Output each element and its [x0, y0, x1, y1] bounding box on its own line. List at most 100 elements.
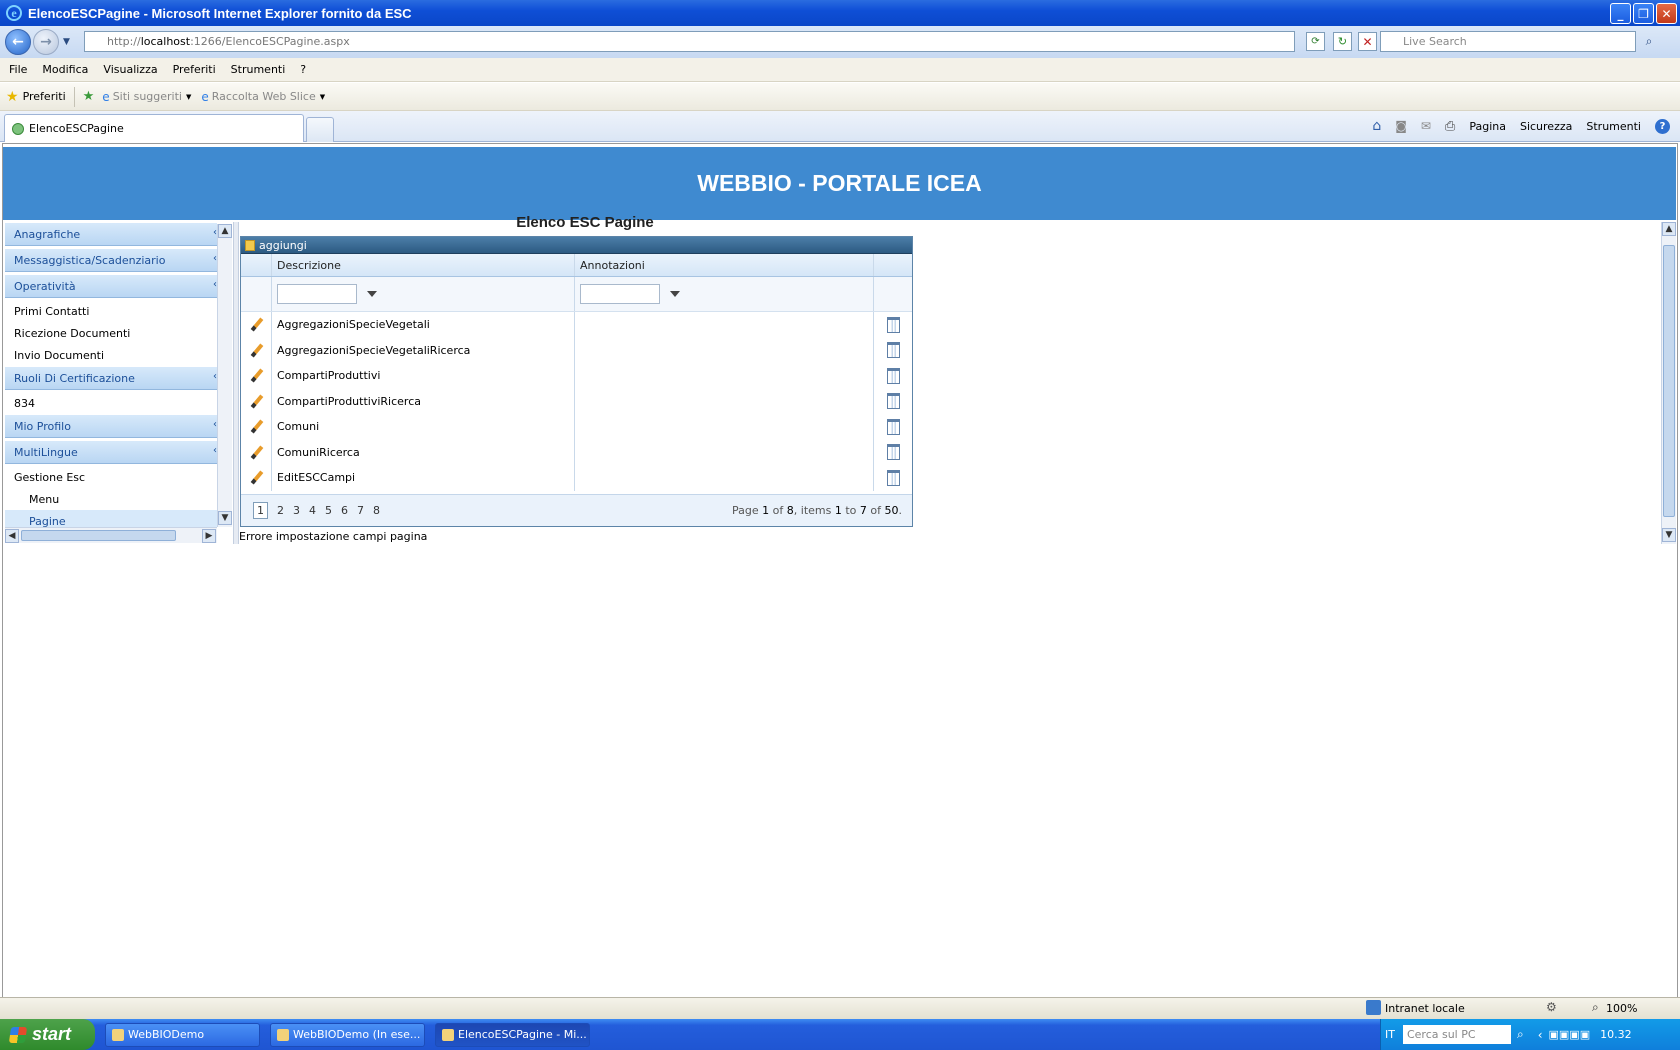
tools-menu[interactable]: Strumenti	[1586, 120, 1641, 133]
edit-pencil-icon[interactable]	[250, 318, 263, 331]
sidebar-group-mio-profilo[interactable]: Mio Profilo	[5, 414, 217, 438]
sidebar-vertical-scrollbar[interactable]: ▲ ▼	[217, 224, 232, 527]
scroll-thumb[interactable]	[1663, 245, 1675, 517]
add-icon[interactable]	[245, 239, 255, 251]
sidebar-group-messaggistica[interactable]: Messaggistica/Scadenziario	[5, 248, 217, 272]
pane-splitter[interactable]	[233, 222, 239, 544]
chevron-down-icon[interactable]: ▼	[320, 93, 325, 101]
zoom-level[interactable]: 100%	[1606, 1002, 1637, 1015]
page-link-4[interactable]: 4	[309, 504, 316, 517]
menu-help[interactable]: ?	[300, 63, 306, 76]
close-button[interactable]: ✕	[1656, 3, 1677, 24]
tray-expand-icon[interactable]: ‹	[1538, 1028, 1543, 1042]
url-field[interactable]: http://localhost:1266/ElencoESCPagine.as…	[84, 31, 1295, 52]
page-link-1[interactable]: 1	[253, 502, 268, 519]
suggested-sites-link[interactable]: Siti suggeriti	[113, 90, 182, 103]
edit-pencil-icon[interactable]	[250, 369, 263, 382]
page-link-3[interactable]: 3	[293, 504, 300, 517]
delete-trash-icon[interactable]	[886, 469, 900, 486]
edit-pencil-icon[interactable]	[250, 420, 263, 433]
mail-icon[interactable]: ✉	[1421, 119, 1431, 133]
delete-trash-icon[interactable]	[886, 367, 900, 384]
security-menu[interactable]: Sicurezza	[1520, 120, 1572, 133]
annotazioni-filter-input[interactable]	[580, 284, 660, 304]
feeds-icon[interactable]: ◙	[1395, 119, 1407, 133]
tab-elencoescpagine[interactable]: ElencoESCPagine	[4, 114, 304, 142]
sidebar-group-multilingue[interactable]: MultiLingue	[5, 440, 217, 464]
new-tab-button[interactable]	[306, 117, 334, 142]
help-icon[interactable]: ?	[1655, 118, 1670, 134]
descrizione-filter-input[interactable]	[277, 284, 357, 304]
compatibility-icon[interactable]: ⟳	[1306, 32, 1325, 51]
search-field[interactable]: Live Search	[1380, 31, 1636, 52]
delete-trash-icon[interactable]	[886, 418, 900, 435]
page-link-5[interactable]: 5	[325, 504, 332, 517]
sidebar-item-834[interactable]: 834	[5, 392, 217, 414]
forward-button[interactable]: →	[33, 29, 59, 55]
taskbar-item-webbiodemo-folder[interactable]: WebBIODemo	[105, 1022, 260, 1047]
filter-icon[interactable]	[670, 291, 680, 297]
sidebar-item-invio-documenti[interactable]: Invio Documenti	[5, 344, 217, 366]
refresh-icon[interactable]: ↻	[1333, 32, 1352, 51]
scroll-down-icon[interactable]: ▼	[218, 511, 232, 525]
menu-view[interactable]: Visualizza	[103, 63, 157, 76]
add-favorite-icon[interactable]: ★	[83, 89, 95, 104]
add-button[interactable]: aggiungi	[259, 239, 307, 252]
sidebar-item-menu[interactable]: Menu	[5, 488, 217, 510]
sidebar-item-gestione-esc[interactable]: Gestione Esc	[5, 466, 217, 488]
page-menu[interactable]: Pagina	[1469, 120, 1506, 133]
sidebar-item-primi-contatti[interactable]: Primi Contatti	[5, 300, 217, 322]
home-icon[interactable]: ⌂	[1372, 118, 1381, 134]
protected-mode-icon[interactable]: ⚙	[1546, 1000, 1557, 1014]
delete-trash-icon[interactable]	[886, 316, 900, 333]
chevron-down-icon[interactable]: ▼	[186, 93, 191, 101]
restore-button[interactable]: ❐	[1633, 3, 1654, 24]
desktop-search-input[interactable]: Cerca sul PC	[1402, 1025, 1511, 1044]
history-dropdown-icon[interactable]: ▼	[63, 37, 70, 47]
menu-tools[interactable]: Strumenti	[231, 63, 286, 76]
menu-edit[interactable]: Modifica	[42, 63, 88, 76]
column-header-descrizione[interactable]: Descrizione	[272, 254, 575, 276]
sidebar-group-anagrafiche[interactable]: Anagrafiche	[5, 222, 217, 246]
edit-pencil-icon[interactable]	[250, 395, 263, 408]
stop-icon[interactable]: ✕	[1358, 32, 1377, 51]
scroll-thumb[interactable]	[21, 530, 176, 541]
delete-trash-icon[interactable]	[886, 444, 900, 461]
edit-pencil-icon[interactable]	[250, 446, 263, 459]
menu-favorites[interactable]: Preferiti	[173, 63, 216, 76]
delete-trash-icon[interactable]	[886, 342, 900, 359]
sidebar-group-ruoli[interactable]: Ruoli Di Certificazione	[5, 366, 217, 390]
back-button[interactable]: ←	[5, 29, 31, 55]
sidebar-group-operativita[interactable]: Operatività	[5, 274, 217, 298]
search-icon[interactable]: ⌕	[1639, 32, 1659, 51]
menu-file[interactable]: File	[9, 63, 27, 76]
taskbar-item-elencoescpagine[interactable]: ElencoESCPagine - Mi...	[435, 1022, 590, 1047]
scroll-down-icon[interactable]: ▼	[1662, 528, 1676, 542]
sidebar-item-pagine[interactable]: Pagine	[5, 510, 217, 527]
favorites-button[interactable]: Preferiti	[23, 90, 66, 103]
print-icon[interactable]: ⎙	[1445, 119, 1455, 134]
scroll-up-icon[interactable]: ▲	[1662, 222, 1676, 236]
sidebar-item-ricezione-documenti[interactable]: Ricezione Documenti	[5, 322, 217, 344]
web-slice-link[interactable]: Raccolta Web Slice	[212, 90, 316, 103]
language-indicator[interactable]: IT	[1385, 1028, 1395, 1041]
delete-trash-icon[interactable]	[886, 393, 900, 410]
page-link-2[interactable]: 2	[277, 504, 284, 517]
taskbar-item-webbiodemo-running[interactable]: WebBIODemo (In ese...	[270, 1022, 425, 1047]
edit-pencil-icon[interactable]	[250, 471, 263, 484]
scroll-right-icon[interactable]: ▶	[202, 529, 216, 543]
start-button[interactable]: start	[0, 1019, 95, 1050]
search-icon[interactable]: ⌕	[1517, 1027, 1524, 1042]
sidebar-horizontal-scrollbar[interactable]: ◀ ▶	[5, 527, 217, 543]
edit-pencil-icon[interactable]	[250, 344, 263, 357]
page-link-8[interactable]: 8	[373, 504, 380, 517]
minimize-button[interactable]: _	[1610, 3, 1631, 24]
scroll-left-icon[interactable]: ◀	[5, 529, 19, 543]
page-link-6[interactable]: 6	[341, 504, 348, 517]
page-link-7[interactable]: 7	[357, 504, 364, 517]
filter-icon[interactable]	[367, 291, 377, 297]
column-header-annotazioni[interactable]: Annotazioni	[575, 254, 874, 276]
tray-icons[interactable]: ▣▣▣▣	[1549, 1028, 1591, 1041]
scroll-up-icon[interactable]: ▲	[218, 224, 232, 238]
content-vertical-scrollbar[interactable]: ▲ ▼	[1661, 222, 1676, 544]
